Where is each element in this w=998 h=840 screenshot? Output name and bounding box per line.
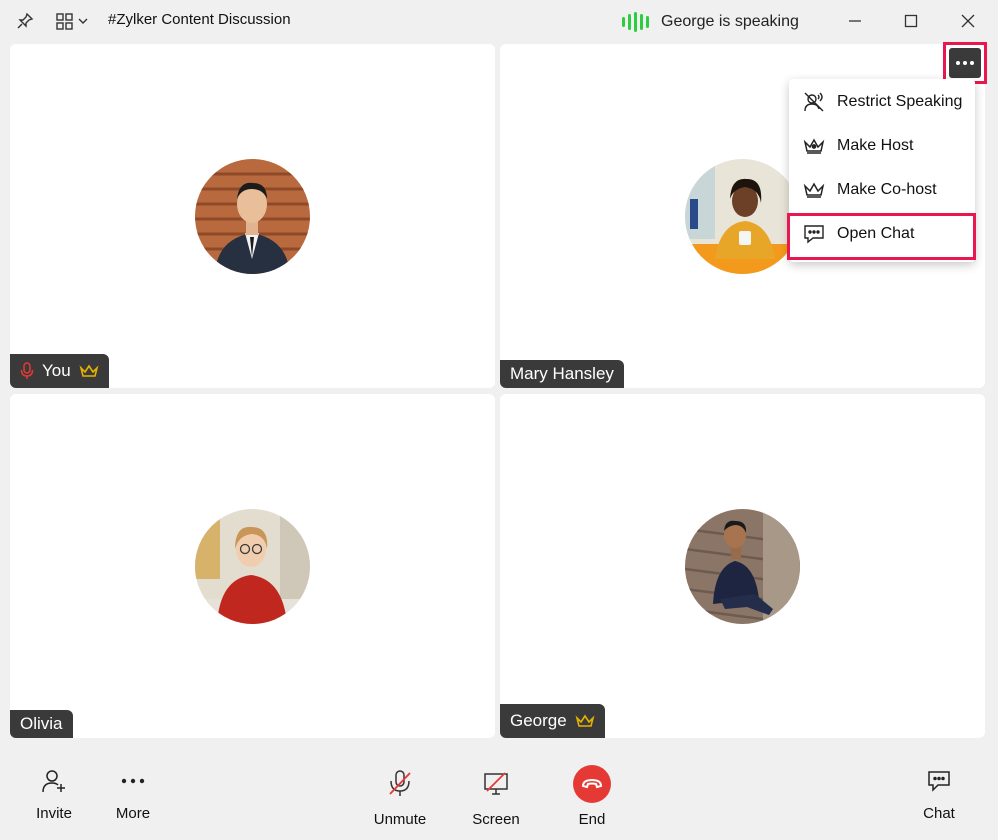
speaking-status: George is speaking [661,13,799,30]
end-call-button[interactable]: End [570,763,614,828]
menu-item-make-cohost[interactable]: Make Co-host [789,169,975,211]
participant-tile-olivia[interactable]: Olivia [10,394,495,738]
participant-tile-george[interactable]: George [500,394,985,738]
crown-outline-icon [803,182,825,198]
add-user-icon [41,763,67,799]
menu-item-label: Make Host [837,137,914,154]
participant-name-tag: Olivia [10,710,73,738]
participant-name-tag: George [500,704,605,738]
audio-level-icon [622,12,649,32]
participant-tile-you[interactable]: You [10,44,495,388]
participant-options-button[interactable] [943,42,987,84]
open-chat-highlight [787,213,976,260]
unmute-button[interactable]: Unmute [368,763,432,828]
layout-grid-icon[interactable] [54,10,90,32]
screen-label: Screen [472,811,520,828]
meeting-title: #Zylker Content Discussion [108,11,291,28]
end-label: End [578,811,606,828]
mic-icon [20,362,34,379]
participant-name-tag: You [10,354,109,388]
more-label: More [115,805,151,822]
screen-share-off-icon [482,763,510,805]
crown-filled-icon [803,138,825,154]
avatar [685,509,800,624]
participant-name: Olivia [20,714,63,733]
call-toolbar: Invite More Unmute Screen End Chat [0,745,998,840]
unmute-label: Unmute [373,811,427,828]
chat-icon [927,763,951,799]
avatar [195,509,310,624]
crown-icon [575,714,595,727]
menu-item-label: Restrict Speaking [837,93,963,110]
pin-icon[interactable] [14,10,36,32]
more-button[interactable]: More [108,763,158,822]
mic-muted-icon [387,763,413,805]
maximize-button[interactable] [898,8,924,34]
screen-share-button[interactable]: Screen [468,763,524,828]
minimize-button[interactable] [842,8,868,34]
chat-label: Chat [923,805,955,822]
more-dots-icon [120,763,146,799]
participant-name: You [42,361,71,380]
participant-name: Mary Hansley [510,364,614,383]
end-call-icon [573,765,611,803]
avatar [195,159,310,274]
menu-item-restrict-speaking[interactable]: Restrict Speaking [789,81,975,123]
restrict-speaking-icon [804,92,824,112]
close-button[interactable] [955,8,981,34]
title-bar: #Zylker Content Discussion George is spe… [0,0,998,42]
chat-button[interactable]: Chat [915,763,963,822]
participant-name: George [510,711,567,730]
crown-icon [79,364,99,377]
menu-item-label: Make Co-host [837,181,937,198]
speaking-indicator: George is speaking [622,12,799,32]
avatar [685,159,800,274]
invite-button[interactable]: Invite [30,763,78,822]
more-options-icon [949,48,981,78]
participant-name-tag: Mary Hansley [500,360,624,388]
menu-item-make-host[interactable]: Make Host [789,125,975,167]
invite-label: Invite [36,805,72,822]
